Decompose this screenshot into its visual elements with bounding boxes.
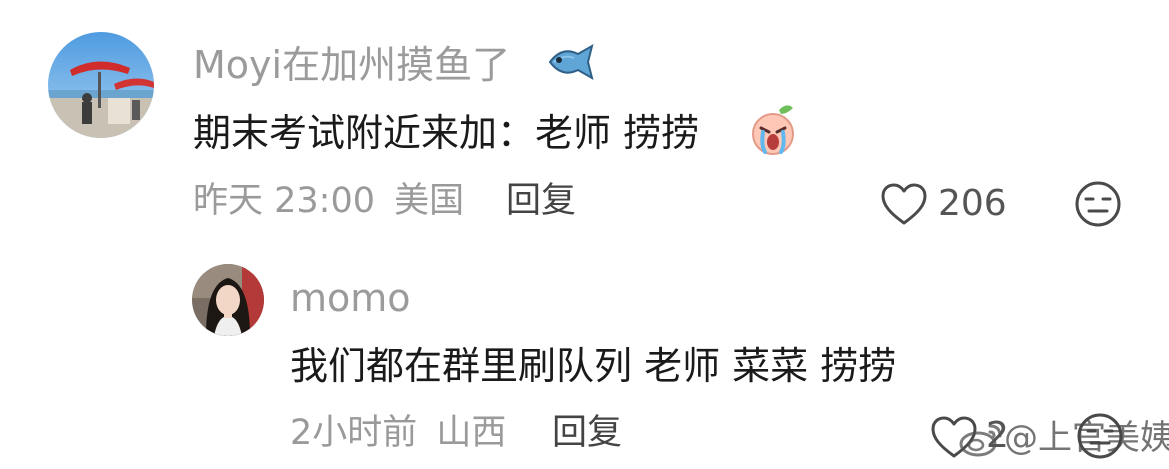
- fish-emoji-icon: [542, 42, 596, 82]
- comment-time: 昨天 23:00: [193, 181, 375, 221]
- heart-outline-icon[interactable]: [880, 183, 928, 227]
- beach-photo-avatar-image: [48, 32, 154, 138]
- comment-time: 2小时前: [290, 413, 418, 453]
- reply-button[interactable]: 回复: [506, 184, 576, 219]
- comment-text: 期末考试附近来加：老师 捞捞: [193, 111, 700, 155]
- crying-peach-emoji-icon: [745, 102, 801, 156]
- avatar[interactable]: [48, 32, 154, 138]
- like-count: 206: [938, 183, 1007, 224]
- comment-text: 我们都在群里刷队列 老师 菜菜 捞捞: [290, 344, 897, 388]
- meh-face-icon[interactable]: [1074, 180, 1122, 228]
- comment-location: 美国: [394, 181, 465, 221]
- comment-meta: 2小时前 山西: [290, 416, 506, 451]
- comment-meta: 昨天 23:00 美国: [193, 184, 464, 219]
- comment-location: 山西: [436, 413, 507, 453]
- weibo-logo-icon: [958, 420, 1004, 458]
- reply-button[interactable]: 回复: [552, 416, 622, 451]
- avatar[interactable]: [192, 264, 264, 336]
- comment-username[interactable]: Moyi在加州摸鱼了: [193, 46, 510, 84]
- comment-username[interactable]: momo: [290, 279, 411, 317]
- watermark-text: @上官美姨: [1004, 418, 1169, 458]
- portrait-avatar-image: [192, 264, 264, 336]
